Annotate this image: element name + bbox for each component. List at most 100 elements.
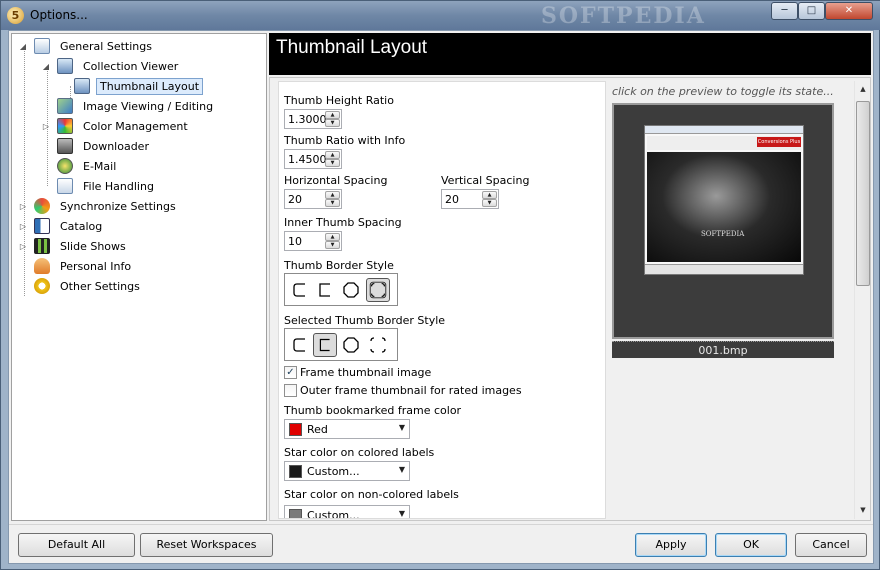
tree-item-slide-shows[interactable]: ▷ Slide Shows <box>18 236 130 256</box>
expand-icon[interactable]: ▷ <box>18 202 28 211</box>
watermark-text: SOFTPEDIA <box>541 3 706 29</box>
stepper-up-icon[interactable]: ▲ <box>325 151 340 159</box>
stepper-down-icon[interactable]: ▼ <box>325 241 340 249</box>
chevron-down-icon: ▼ <box>398 509 405 518</box>
inner-spacing-label: Inner Thumb Spacing <box>284 216 402 229</box>
footer-separator <box>9 524 873 525</box>
border-octagon-icon[interactable] <box>339 333 363 357</box>
apply-button[interactable]: Apply <box>635 533 707 557</box>
tree-item-label: Downloader <box>83 139 149 153</box>
checkbox-box[interactable] <box>284 384 297 397</box>
monitor-icon <box>57 58 73 74</box>
color-swatch <box>289 423 302 436</box>
tree-item-thumbnail-layout[interactable]: Thumbnail Layout <box>74 76 204 96</box>
title-bar[interactable]: 5 Options... SOFTPEDIA ─ □ ✕ <box>1 1 880 30</box>
border-open-icon[interactable] <box>288 278 312 302</box>
border-style-label: Thumb Border Style <box>284 259 394 272</box>
tree-item-collection-viewer[interactable]: ◢ Collection Viewer <box>41 56 182 76</box>
collapse-icon[interactable]: ◢ <box>18 42 28 51</box>
tree-item-label: Slide Shows <box>60 239 126 253</box>
close-button[interactable]: ✕ <box>825 2 873 20</box>
star-colored-label: Star color on colored labels <box>284 446 435 459</box>
scroll-up-icon[interactable]: ▲ <box>856 82 870 96</box>
tree-item-image-viewing[interactable]: Image Viewing / Editing <box>51 96 217 116</box>
maximize-button[interactable]: □ <box>798 2 825 20</box>
vertical-scrollbar[interactable]: ▲ ▼ <box>854 81 870 519</box>
preview-image: Conversions Plus SOFTPEDIA <box>644 125 804 275</box>
border-corners-icon[interactable] <box>366 278 390 302</box>
tree-item-label: Synchronize Settings <box>60 199 176 213</box>
tree-item-downloader[interactable]: Downloader <box>51 136 153 156</box>
collapse-icon[interactable]: ◢ <box>41 62 51 71</box>
thumb-height-ratio-label: Thumb Height Ratio <box>284 94 394 107</box>
email-icon <box>57 158 73 174</box>
tree-item-general-settings[interactable]: ◢ General Settings <box>18 36 156 56</box>
tree-item-file-handling[interactable]: File Handling <box>51 176 158 196</box>
other-settings-icon <box>34 278 50 294</box>
thumbnail-caption: 001.bmp <box>612 341 834 358</box>
border-corners-icon[interactable] <box>366 333 390 357</box>
star-noncolored-label: Star color on non-colored labels <box>284 488 459 501</box>
bookmarked-color-select[interactable]: Red ▼ <box>284 419 410 439</box>
tree-item-personal-info[interactable]: Personal Info <box>28 256 135 276</box>
border-square-icon[interactable] <box>313 333 337 357</box>
tree-item-synchronize-settings[interactable]: ▷ Synchronize Settings <box>18 196 180 216</box>
checkmark-icon[interactable]: ✓ <box>284 366 297 379</box>
expand-icon[interactable]: ▷ <box>41 122 51 131</box>
border-open-icon[interactable] <box>288 333 312 357</box>
settings-form: Thumb Height Ratio 1.3000 ▲ ▼ Thumb Ratio… <box>278 81 606 519</box>
sync-icon <box>34 198 50 214</box>
tree-item-catalog[interactable]: ▷ Catalog <box>18 216 106 236</box>
horizontal-spacing-stepper[interactable]: 20 ▲ ▼ <box>284 189 342 209</box>
horizontal-spacing-label: Horizontal Spacing <box>284 174 388 187</box>
ok-button[interactable]: OK <box>715 533 787 557</box>
dialog-client: ◢ General Settings ◢ Collection Viewer T… <box>8 30 874 564</box>
vertical-spacing-stepper[interactable]: 20 ▲ ▼ <box>441 189 499 209</box>
thumb-ratio-info-stepper[interactable]: 1.4500 ▲ ▼ <box>284 149 342 169</box>
stepper-up-icon[interactable]: ▲ <box>325 233 340 241</box>
select-value: Custom... <box>307 465 360 478</box>
minimize-button[interactable]: ─ <box>771 2 798 20</box>
color-management-icon <box>57 118 73 134</box>
tree-item-email[interactable]: E-Mail <box>51 156 120 176</box>
color-swatch <box>289 465 302 478</box>
stepper-value: 10 <box>288 235 302 248</box>
expand-icon[interactable]: ▷ <box>18 222 28 231</box>
image-watermark: SOFTPEDIA <box>701 230 745 238</box>
frame-thumbnail-checkbox[interactable]: ✓ Frame thumbnail image <box>284 366 431 379</box>
border-square-icon[interactable] <box>313 278 337 302</box>
border-octagon-icon[interactable] <box>339 278 363 302</box>
stepper-down-icon[interactable]: ▼ <box>482 199 497 207</box>
stepper-down-icon[interactable]: ▼ <box>325 119 340 127</box>
chevron-down-icon: ▼ <box>398 465 405 474</box>
inner-spacing-stepper[interactable]: 10 ▲ ▼ <box>284 231 342 251</box>
scrollbar-thumb[interactable] <box>856 101 870 286</box>
stepper-up-icon[interactable]: ▲ <box>325 111 340 119</box>
thumb-height-ratio-stepper[interactable]: 1.3000 ▲ ▼ <box>284 109 342 129</box>
page-title: Thumbnail Layout <box>276 37 428 58</box>
tree-item-label: File Handling <box>83 179 154 193</box>
tree-item-label: E-Mail <box>83 159 117 173</box>
thumbnail-preview[interactable]: Conversions Plus SOFTPEDIA <box>612 103 834 339</box>
stepper-down-icon[interactable]: ▼ <box>325 199 340 207</box>
tree-item-color-management[interactable]: ▷ Color Management <box>41 116 192 136</box>
tree-item-label: Thumbnail Layout <box>96 77 204 95</box>
stepper-value: 20 <box>445 193 459 206</box>
star-noncolored-select[interactable]: Custom... ▼ <box>284 505 410 518</box>
scroll-down-icon[interactable]: ▼ <box>856 503 870 517</box>
selected-border-style-picker <box>284 328 398 361</box>
reset-workspaces-button[interactable]: Reset Workspaces <box>140 533 273 557</box>
settings-tree: ◢ General Settings ◢ Collection Viewer T… <box>11 33 267 521</box>
expand-icon[interactable]: ▷ <box>18 242 28 251</box>
file-handling-icon <box>57 178 73 194</box>
tree-item-label: Collection Viewer <box>83 59 179 73</box>
stepper-down-icon[interactable]: ▼ <box>325 159 340 167</box>
cancel-button[interactable]: Cancel <box>795 533 867 557</box>
selected-border-style-label: Selected Thumb Border Style <box>284 314 446 327</box>
stepper-up-icon[interactable]: ▲ <box>482 191 497 199</box>
star-colored-select[interactable]: Custom... ▼ <box>284 461 410 481</box>
default-all-button[interactable]: Default All <box>18 533 135 557</box>
outer-frame-checkbox[interactable]: Outer frame thumbnail for rated images <box>284 384 522 397</box>
stepper-up-icon[interactable]: ▲ <box>325 191 340 199</box>
tree-item-other-settings[interactable]: Other Settings <box>28 276 144 296</box>
